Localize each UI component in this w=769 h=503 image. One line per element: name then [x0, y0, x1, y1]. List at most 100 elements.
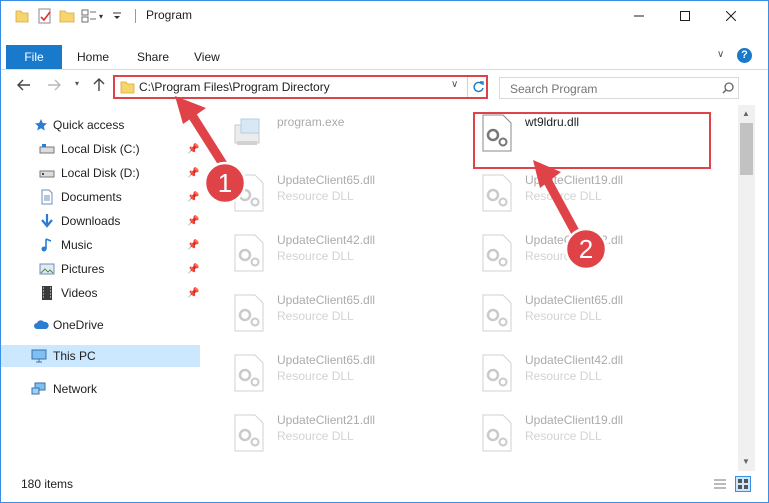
videos-icon — [39, 285, 55, 301]
file-item[interactable]: UpdateClient65.dll Resource DLL — [459, 285, 699, 341]
file-type: Resource DLL — [277, 309, 354, 323]
sidebar-item-music[interactable]: Music 📌 — [1, 234, 201, 256]
sidebar-item-label: Videos — [61, 286, 98, 300]
customize-qa-icon[interactable] — [111, 8, 123, 24]
tab-share[interactable]: Share — [137, 45, 169, 69]
documents-icon — [39, 189, 55, 205]
dll-file-icon — [234, 414, 264, 452]
file-name: UpdateClient19.dll — [525, 413, 624, 427]
sidebar-item-local-disk-d[interactable]: Local Disk (D:) 📌 — [1, 162, 201, 184]
drive-icon — [39, 165, 55, 181]
application-icon — [234, 118, 260, 145]
file-type: Resource DLL — [525, 309, 602, 323]
search-box[interactable] — [499, 77, 739, 99]
file-type: Resource DLL — [277, 369, 354, 383]
sidebar-item-label: Quick access — [53, 118, 125, 132]
pin-icon[interactable]: 📌 — [187, 264, 199, 275]
pin-icon[interactable]: 📌 — [187, 168, 199, 179]
sidebar-item-downloads[interactable]: Downloads 📌 — [1, 210, 201, 232]
properties-icon[interactable] — [37, 8, 53, 24]
file-type: Resource DLL — [525, 429, 602, 443]
file-item-program-exe[interactable]: program.exe — [211, 105, 451, 161]
pin-icon[interactable]: 📌 — [187, 288, 199, 299]
title-bar: ▾ Program — [1, 1, 768, 31]
file-name: UpdateClient65.dll — [277, 293, 376, 307]
file-item[interactable]: UpdateClient42.dll Resource DLL — [211, 225, 451, 281]
address-bar[interactable]: C:\Program Files\Program Directory ∨ — [113, 75, 488, 99]
status-bar: 180 items — [1, 473, 768, 497]
maximize-button[interactable] — [662, 1, 708, 31]
sidebar-item-local-disk-c[interactable]: Local Disk (C:) 📌 — [1, 138, 201, 160]
file-name: UpdateClient42.dll — [277, 233, 376, 247]
pictures-icon — [39, 261, 55, 277]
navigation-pane: Quick access Local Disk (C:) 📌 Local Dis… — [1, 111, 205, 471]
pin-icon[interactable]: 📌 — [187, 240, 199, 251]
explorer-window: ▾ Program File Home Share View ∨ ? ▾ C:\… — [0, 0, 769, 503]
step-number-2: 2 — [578, 234, 594, 264]
file-type: Resource DLL — [277, 429, 354, 443]
up-button[interactable] — [93, 78, 105, 95]
file-item[interactable]: UpdateClient21.dll Resource DLL — [211, 405, 451, 461]
sidebar-item-this-pc[interactable]: This PC — [1, 345, 200, 367]
folder-icon — [120, 81, 135, 94]
tab-view[interactable]: View — [194, 45, 220, 69]
file-type: Resource DLL — [277, 189, 354, 203]
forward-button[interactable] — [47, 79, 61, 94]
sidebar-item-label: OneDrive — [53, 318, 104, 332]
file-item[interactable]: UpdateClient19.dll Resource DLL — [459, 165, 699, 221]
chevron-down-icon[interactable]: ▾ — [99, 8, 103, 24]
file-name: UpdateClient42.dll — [525, 353, 624, 367]
sidebar-item-onedrive[interactable]: OneDrive — [1, 314, 201, 336]
scroll-down-icon[interactable]: ▼ — [742, 457, 750, 466]
file-name: UpdateClient19.dll — [525, 173, 624, 187]
file-item[interactable]: UpdateClient42.dll Resource DLL — [459, 345, 699, 401]
sidebar-item-videos[interactable]: Videos 📌 — [1, 282, 201, 304]
expand-ribbon-icon[interactable]: ∨ — [717, 49, 724, 60]
layout-icon[interactable] — [81, 8, 97, 24]
vertical-scrollbar[interactable]: ▲ ▼ — [738, 105, 755, 471]
close-button[interactable] — [708, 1, 754, 31]
window-title: Program — [146, 8, 193, 22]
minimize-button[interactable] — [616, 1, 662, 31]
search-input[interactable] — [508, 80, 712, 98]
sidebar-item-documents[interactable]: Documents 📌 — [1, 186, 201, 208]
dll-file-icon — [482, 234, 512, 272]
downloads-icon — [39, 213, 55, 229]
new-folder-icon[interactable] — [59, 8, 75, 24]
file-name: program.exe — [277, 115, 345, 129]
tab-file[interactable]: File — [6, 45, 62, 69]
star-icon — [33, 117, 49, 133]
navigation-bar: ▾ C:\Program Files\Program Directory ∨ — [1, 73, 768, 103]
sidebar-item-label: Music — [61, 238, 93, 252]
sidebar-item-label: Local Disk (D:) — [61, 166, 140, 180]
tab-home[interactable]: Home — [77, 45, 109, 69]
music-icon — [39, 237, 55, 253]
file-item[interactable]: UpdateClient65.dll Resource DLL — [211, 285, 451, 341]
sidebar-item-network[interactable]: Network — [1, 378, 201, 400]
step-number-1: 1 — [217, 168, 233, 198]
help-icon[interactable]: ? — [737, 48, 752, 63]
file-item[interactable]: UpdateClient65.dll Resource DLL — [211, 165, 451, 221]
large-icons-view-icon[interactable] — [735, 476, 751, 492]
recent-locations-icon[interactable]: ▾ — [75, 79, 79, 88]
file-item[interactable]: UpdateClient65.dll Resource DLL — [211, 345, 451, 401]
address-dropdown-icon[interactable]: ∨ — [451, 79, 458, 90]
back-button[interactable] — [17, 79, 31, 94]
sidebar-item-label: Downloads — [61, 214, 121, 228]
dll-file-icon — [482, 354, 512, 392]
pin-icon[interactable]: 📌 — [187, 216, 199, 227]
pin-icon[interactable]: 📌 — [187, 144, 199, 155]
sidebar-item-label: Local Disk (C:) — [61, 142, 140, 156]
file-item[interactable]: UpdateClient19.dll Resource DLL — [459, 405, 699, 461]
sidebar-item-pictures[interactable]: Pictures 📌 — [1, 258, 201, 280]
pin-icon[interactable]: 📌 — [187, 192, 199, 203]
refresh-icon[interactable] — [472, 80, 485, 94]
sidebar-item-quick-access[interactable]: Quick access — [1, 114, 201, 136]
search-icon — [722, 82, 734, 94]
file-type: Resource DLL — [525, 369, 602, 383]
details-view-icon[interactable] — [713, 478, 727, 493]
scrollbar-thumb[interactable] — [740, 123, 753, 175]
item-count: 180 items — [21, 477, 74, 491]
scroll-up-icon[interactable]: ▲ — [742, 109, 750, 118]
sidebar-item-label: This PC — [53, 349, 96, 363]
